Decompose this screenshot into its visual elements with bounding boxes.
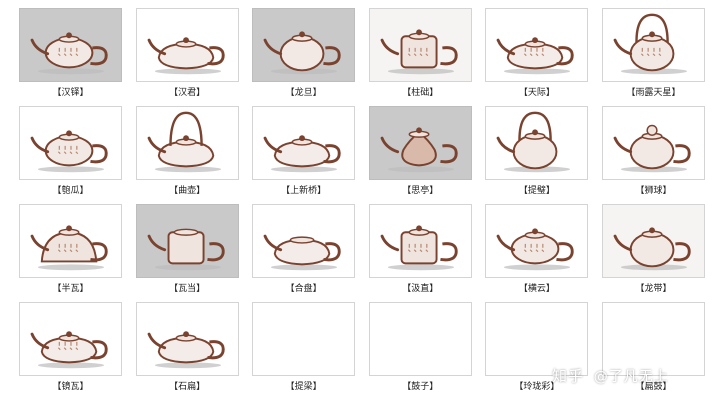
teapot-image[interactable] [252, 302, 356, 376]
teapot-image[interactable] [601, 204, 705, 278]
teapot-item[interactable]: 【汉铎】 [17, 7, 124, 105]
teapot-item[interactable]: 【鼓子】 [367, 301, 474, 399]
teapot-item[interactable]: 【瓦当】 [134, 203, 241, 301]
teapot-item[interactable]: 【狮球】 [600, 105, 707, 203]
teapot-image[interactable] [252, 8, 356, 82]
teapot-image[interactable] [368, 8, 472, 82]
teapot-label: 【半瓦】 [52, 284, 89, 294]
teapot-item[interactable]: 【曲壶】 [134, 105, 241, 203]
teapot-item[interactable]: 【汉君】 [134, 7, 241, 105]
teapot-label: 【匏瓜】 [52, 186, 89, 196]
teapot-image[interactable] [19, 106, 122, 180]
teapot-item[interactable]: 【提璧】 [483, 105, 590, 203]
watermark-platform: 知乎 [552, 367, 585, 385]
teapot-item[interactable]: 【上新桥】 [250, 105, 357, 203]
teapot-label: 【雨露天星】 [626, 88, 681, 98]
teapot-item[interactable]: 【半瓦】 [17, 203, 124, 301]
teapot-label: 【石扁】 [169, 382, 206, 392]
teapot-label: 【横云】 [518, 284, 555, 294]
teapot-item[interactable]: 【横云】 [483, 203, 590, 301]
teapot-image[interactable] [485, 8, 589, 82]
teapot-image[interactable] [368, 106, 472, 180]
teapot-item[interactable]: 【提梁】 [250, 301, 357, 399]
teapot-label: 【提璧】 [518, 186, 555, 196]
teapot-item[interactable]: 【龙带】 [600, 203, 707, 301]
teapot-image[interactable] [19, 302, 122, 376]
teapot-label: 【汉君】 [169, 88, 206, 98]
teapot-image[interactable] [485, 106, 589, 180]
teapot-item[interactable]: 【龙旦】 [250, 7, 357, 105]
teapot-image[interactable] [252, 106, 356, 180]
teapot-label: 【合盘】 [285, 284, 322, 294]
teapot-image[interactable] [485, 204, 589, 278]
teapot-item[interactable]: 【匏瓜】 [17, 105, 124, 203]
teapot-label: 【提梁】 [285, 382, 322, 392]
teapot-image[interactable] [19, 204, 122, 278]
teapot-image[interactable] [368, 302, 472, 376]
teapot-label: 【鼓子】 [402, 382, 439, 392]
teapot-item[interactable]: 【思亭】 [367, 105, 474, 203]
teapot-image[interactable] [135, 204, 239, 278]
teapot-label: 【狮球】 [635, 186, 672, 196]
teapot-label: 【汉铎】 [52, 88, 89, 98]
teapot-label: 【柱础】 [402, 88, 439, 98]
teapot-image[interactable] [19, 8, 122, 82]
teapot-image[interactable] [135, 302, 239, 376]
teapot-item[interactable]: 【镜瓦】 [17, 301, 124, 399]
teapot-label: 【汲直】 [402, 284, 439, 294]
teapot-grid: 【汉铎】 【汉君】 【龙旦】 【柱础】 【天际】 【雨露天星】 【匏瓜】 【曲壶】 【上新桥】【… [17, 7, 707, 399]
teapot-label: 【瓦当】 [169, 284, 206, 294]
watermark-author: @了凡无上 [593, 369, 669, 385]
teapot-image[interactable] [368, 204, 472, 278]
teapot-item[interactable]: 【天际】 [483, 7, 590, 105]
teapot-label: 【曲壶】 [169, 186, 206, 196]
teapot-label: 【龙带】 [635, 284, 672, 294]
teapot-label: 【思亭】 [402, 186, 439, 196]
teapot-label: 【镜瓦】 [52, 382, 89, 392]
teapot-image[interactable] [252, 204, 356, 278]
teapot-item[interactable]: 【柱础】 [367, 7, 474, 105]
zhihu-watermark: 知乎 @了凡无上 [552, 365, 669, 386]
teapot-label: 【天际】 [518, 88, 555, 98]
teapot-image[interactable] [601, 106, 705, 180]
teapot-item[interactable]: 【石扁】 [134, 301, 241, 399]
teapot-label: 【龙旦】 [285, 88, 322, 98]
teapot-image[interactable] [601, 8, 705, 82]
teapot-item[interactable]: 【合盘】 [250, 203, 357, 301]
teapot-item[interactable]: 【雨露天星】 [600, 7, 707, 105]
teapot-item[interactable]: 【汲直】 [367, 203, 474, 301]
teapot-image[interactable] [135, 106, 239, 180]
teapot-image[interactable] [135, 8, 239, 82]
teapot-label: 【上新桥】 [281, 186, 327, 196]
